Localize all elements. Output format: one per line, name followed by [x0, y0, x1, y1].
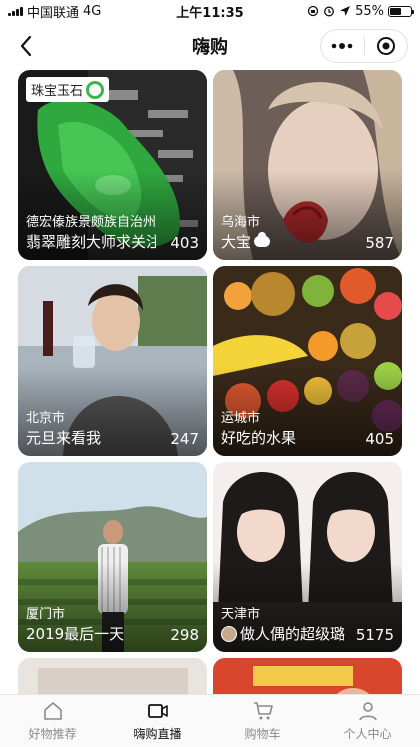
live-card[interactable]: 乌海市 大宝 587 [213, 70, 402, 260]
person-icon [358, 702, 377, 721]
card-location: 德宏傣族景颇族自治州 [26, 215, 157, 230]
status-left: 中国联通 4G [8, 2, 101, 21]
tab-profile[interactable]: 个人中心 [315, 695, 420, 747]
location-arrow-icon [339, 5, 351, 17]
tab-label: 购物车 [244, 727, 281, 741]
tab-live[interactable]: 嗨购直播 [105, 695, 210, 747]
carrier-label: 中国联通 [27, 5, 80, 21]
alarm-icon [323, 5, 335, 17]
card-location: 运城市 [221, 411, 261, 426]
category-tag-label: 珠宝玉石 [31, 84, 84, 99]
status-right: 55% [307, 3, 414, 19]
tab-cart[interactable]: 购物车 [210, 695, 315, 747]
battery-fill [390, 7, 401, 15]
card-location: 北京市 [26, 411, 66, 426]
card-title-row: 做人偶的超级璐 [221, 623, 345, 644]
card-viewer-count: 298 [170, 626, 199, 644]
card-location: 厦门市 [26, 607, 66, 622]
mini-program-capsule [320, 29, 408, 63]
card-title: 好吃的水果 [221, 429, 297, 447]
more-button[interactable] [321, 30, 364, 62]
jade-ring-icon [86, 80, 105, 99]
tab-label: 好物推荐 [28, 727, 77, 741]
live-cover-image [18, 658, 207, 694]
home-icon [43, 702, 62, 720]
card-title: 大宝 [221, 233, 252, 251]
target-circle-icon [376, 37, 395, 55]
host-avatar [221, 625, 237, 642]
video-icon [147, 704, 168, 718]
cart-icon [253, 702, 273, 720]
live-card-partial[interactable] [213, 658, 402, 694]
live-cover-image [213, 658, 402, 694]
nav-bar: 嗨购 [0, 22, 420, 70]
live-grid: 珠宝玉石 德宏傣族景颇族自治州 翡翠雕刻大师求关注 403 乌海市 大宝 587 [18, 70, 402, 694]
card-viewer-count: 405 [365, 430, 394, 448]
live-card[interactable]: 珠宝玉石 德宏傣族景颇族自治州 翡翠雕刻大师求关注 403 [18, 70, 207, 260]
speech-cloud-icon [254, 232, 271, 247]
live-card[interactable]: 运城市 好吃的水果 405 [213, 266, 402, 456]
back-button[interactable] [12, 32, 40, 60]
page-title: 嗨购 [192, 37, 228, 58]
close-mini-program-button[interactable] [365, 30, 408, 62]
lock-rotation-icon [307, 5, 319, 17]
status-bar: 中国联通 4G 上午11:35 55% [0, 0, 420, 22]
card-title: 元旦来看我 [26, 429, 102, 447]
card-title-row: 大宝 [221, 231, 271, 252]
tab-label: 嗨购直播 [133, 727, 182, 741]
live-card[interactable]: 厦门市 2019最后一天 298 [18, 462, 207, 652]
chevron-left-icon [20, 35, 32, 57]
network-label: 4G [83, 3, 102, 19]
card-viewer-count: 5175 [355, 626, 394, 644]
more-dots-icon [331, 43, 353, 49]
card-title: 2019最后一天 [26, 625, 125, 643]
card-viewer-count: 403 [170, 234, 199, 252]
tab-label: 个人中心 [343, 727, 392, 741]
live-card[interactable]: 北京市 元旦来看我 247 [18, 266, 207, 456]
battery-percent: 55% [355, 3, 384, 19]
category-tag: 珠宝玉石 [26, 77, 110, 102]
card-title: 翡翠雕刻大师求关注 [26, 233, 156, 251]
battery-icon [388, 5, 414, 17]
tab-home[interactable]: 好物推荐 [0, 695, 105, 747]
tab-bar: 好物推荐 嗨购直播 购物车 个人中心 [0, 694, 420, 747]
signal-icon [8, 6, 23, 16]
card-location: 天津市 [221, 607, 261, 622]
card-viewer-count: 247 [170, 430, 199, 448]
card-viewer-count: 587 [365, 234, 394, 252]
live-card-partial[interactable] [18, 658, 207, 694]
card-location: 乌海市 [221, 215, 261, 230]
card-title: 做人偶的超级璐 [240, 625, 346, 643]
live-card[interactable]: 天津市 做人偶的超级璐 5175 [213, 462, 402, 652]
